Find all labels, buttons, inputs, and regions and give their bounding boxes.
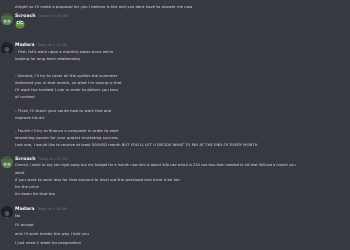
timestamp: Today at 1:10 AM <box>37 43 67 47</box>
message-text: No <box>15 213 21 218</box>
message-text: delivered you in that month, so what I'm… <box>15 80 122 85</box>
frog-avatar-icon <box>1 16 13 25</box>
message-text: Im down for that too <box>15 191 55 196</box>
message-text: of content <box>15 94 35 99</box>
message-header: Madara Today at 1:10 AM <box>15 42 67 49</box>
user-avatar-icon <box>1 209 13 218</box>
message-text: - Second, I'll try to cover all the spri… <box>15 73 118 78</box>
message-header: Scroach Today at 1:15 AM <box>15 156 68 163</box>
username[interactable]: Madara <box>15 43 34 48</box>
message-text: I just need 1 week for preparation <box>15 240 82 245</box>
message-text: Overall, i want to say yes right away bu… <box>15 163 296 167</box>
message-text: improve his art <box>15 115 45 120</box>
username[interactable]: Madara <box>15 207 34 212</box>
message-text: - Fourth I'll try to finance a computer … <box>15 128 119 133</box>
message-text: If you want to work less for that amount… <box>15 177 181 182</box>
message-text: want <box>15 170 25 175</box>
pepe-frog-icon <box>15 20 25 29</box>
frog-avatar-icon <box>1 159 13 168</box>
timestamp: Today at 1:09 AM <box>38 14 68 18</box>
username[interactable]: Scroach <box>15 157 36 162</box>
message-text: I'll work the hardest I can in order to … <box>15 87 119 92</box>
avatar[interactable] <box>1 156 13 168</box>
message-text: looking for long term relationship <box>15 56 80 61</box>
message-text: streaming sooner for your project market… <box>15 135 118 140</box>
user-avatar-icon <box>1 45 13 54</box>
message-text: I'll accept <box>15 222 34 227</box>
message-text: for the price <box>15 184 39 189</box>
timestamp: Today at 1:16 AM <box>37 207 67 211</box>
avatar[interactable] <box>1 42 13 54</box>
avatar[interactable] <box>1 206 13 218</box>
message-text: - First, let's work upon a monthly basis… <box>15 49 114 54</box>
message-header: Madara Today at 1:16 AM <box>15 206 67 213</box>
message-text: Alright so I'll make a proposal for you … <box>15 4 193 9</box>
message-text: and I'll work harder the way I told you <box>15 231 89 236</box>
message-text: Last one, I would like to receive at lea… <box>15 142 258 147</box>
message-text: - Third, I'll teach your sprite how to w… <box>15 108 112 113</box>
avatar[interactable] <box>1 13 13 25</box>
timestamp: Today at 1:15 AM <box>38 157 68 161</box>
